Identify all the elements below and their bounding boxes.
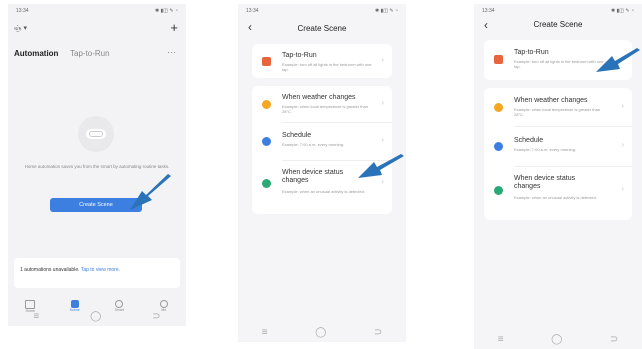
page-title: Create Scene bbox=[533, 20, 583, 29]
system-nav-bar: ≡ ◯ ⊃ bbox=[474, 329, 642, 349]
link-icon bbox=[86, 129, 106, 139]
condition-list: When weather changes Example: when local… bbox=[484, 88, 632, 220]
option-desc: Example: 7:00 a.m. every morning. bbox=[282, 142, 345, 147]
home-nav-icon[interactable]: ◯ bbox=[551, 334, 562, 345]
option-device-status[interactable]: When device status changes Example: when… bbox=[484, 167, 632, 217]
option-title: When device status changes bbox=[282, 169, 344, 184]
banner-text: 1 automations unavailable. bbox=[20, 267, 80, 273]
condition-list: When weather changes Example: when local… bbox=[252, 86, 392, 214]
option-title: Schedule bbox=[514, 137, 544, 144]
option-desc: Example: 7:00 a.m. every morning. bbox=[514, 147, 577, 152]
tab-automation[interactable]: Automation bbox=[14, 49, 58, 58]
option-title: Tap-to-Run bbox=[514, 49, 549, 56]
pointer-arrow bbox=[358, 154, 404, 178]
automation-screen: 13:34 ✱ ▮◫ ✎ ◔ ஞ் ▾ + Automation Tap-to-… bbox=[8, 4, 186, 326]
option-title: Schedule bbox=[282, 132, 312, 139]
status-bar: 13:34 ✱ ▮◫ ✎ ◔ bbox=[16, 8, 178, 16]
sun-icon bbox=[262, 100, 271, 109]
status-time: 13:34 bbox=[482, 8, 495, 14]
add-button[interactable]: + bbox=[170, 20, 178, 35]
page-title: Create Scene bbox=[297, 24, 347, 33]
option-title: When device status changes bbox=[514, 175, 576, 190]
status-bar: 13:34 ✱ ▮◫ ✎ ◔ bbox=[482, 8, 634, 16]
sun-icon bbox=[494, 103, 503, 112]
chevron-right-icon: › bbox=[621, 184, 624, 193]
create-scene-screen: 13:34 ✱ ▮◫ ✎ ◔ ‹ Create Scene Tap-to-Run… bbox=[238, 4, 406, 342]
system-nav-bar: ≡ ◯ ⊃ bbox=[8, 306, 186, 326]
back-nav-icon[interactable]: ⊃ bbox=[610, 334, 618, 345]
status-icons: ✱ ▮◫ ✎ ◔ bbox=[374, 8, 398, 14]
option-title: When weather changes bbox=[282, 94, 356, 101]
chevron-right-icon: › bbox=[381, 98, 384, 107]
clock-icon bbox=[494, 142, 503, 151]
home-nav-icon[interactable]: ◯ bbox=[90, 311, 101, 322]
option-tap-to-run[interactable]: Tap-to-Run Example: turn off all lights … bbox=[252, 44, 392, 78]
chevron-right-icon: › bbox=[621, 140, 624, 149]
back-nav-icon[interactable]: ⊃ bbox=[374, 327, 382, 338]
option-weather[interactable]: When weather changes Example: when local… bbox=[252, 86, 392, 122]
status-icons: ✱ ▮◫ ✎ ◔ bbox=[610, 8, 634, 14]
empty-state-illustration bbox=[78, 116, 114, 152]
menu-nav-icon[interactable]: ≡ bbox=[262, 327, 268, 338]
home-nav-icon[interactable]: ◯ bbox=[315, 327, 326, 338]
device-icon bbox=[494, 186, 503, 195]
option-desc: Example: when an unusual activity is det… bbox=[514, 195, 597, 200]
banner-link[interactable]: Tap to view more. bbox=[81, 267, 120, 273]
pointer-arrow bbox=[596, 48, 640, 72]
status-time: 13:34 bbox=[16, 8, 29, 14]
tab-tap-to-run[interactable]: Tap-to-Run bbox=[70, 49, 110, 58]
chevron-right-icon: › bbox=[621, 101, 624, 110]
option-title: When weather changes bbox=[514, 97, 588, 104]
option-weather[interactable]: When weather changes Example: when local… bbox=[484, 88, 632, 126]
chevron-right-icon: › bbox=[381, 135, 384, 144]
hand-icon bbox=[262, 57, 271, 66]
status-time: 13:34 bbox=[246, 8, 259, 14]
pointer-arrow bbox=[130, 174, 171, 210]
clock-icon bbox=[262, 137, 271, 146]
more-icon[interactable]: ··· bbox=[167, 47, 176, 57]
create-scene-screen-highlight: 13:34 ✱ ▮◫ ✎ ◔ ‹ Create Scene Tap-to-Run… bbox=[474, 4, 642, 349]
status-icons: ✱ ▮◫ ✎ ◔ bbox=[154, 8, 178, 14]
option-desc: Example: turn off all lights in the bedr… bbox=[282, 62, 372, 72]
menu-nav-icon[interactable]: ≡ bbox=[498, 334, 504, 345]
status-bar: 13:34 ✱ ▮◫ ✎ ◔ bbox=[246, 8, 398, 16]
option-desc: Example: when an unusual activity is det… bbox=[282, 189, 365, 194]
empty-state-text: Home automation saves you from the smart… bbox=[24, 164, 170, 169]
option-title: Tap-to-Run bbox=[282, 52, 317, 59]
system-nav-bar: ≡ ◯ ⊃ bbox=[238, 322, 406, 342]
option-schedule[interactable]: Schedule Example: 7:00 a.m. every mornin… bbox=[484, 127, 632, 165]
home-selector[interactable]: ஞ் ▾ bbox=[14, 24, 27, 33]
option-desc: Example: when local temperature is great… bbox=[514, 107, 601, 117]
hand-icon bbox=[494, 55, 503, 64]
chevron-right-icon: › bbox=[381, 55, 384, 64]
menu-nav-icon[interactable]: ≡ bbox=[33, 311, 39, 322]
unavailable-banner[interactable]: 1 automations unavailable. Tap to view m… bbox=[14, 258, 180, 288]
device-icon bbox=[262, 179, 271, 188]
option-desc: Example: when local temperature is great… bbox=[282, 104, 369, 114]
back-nav-icon[interactable]: ⊃ bbox=[152, 311, 160, 322]
